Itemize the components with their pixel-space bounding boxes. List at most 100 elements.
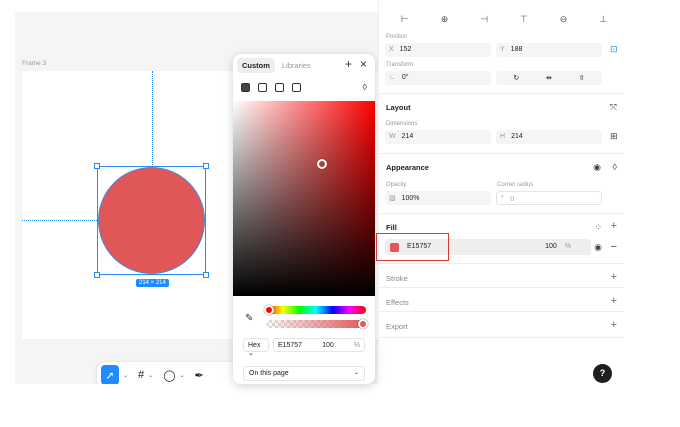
w-key: W	[389, 133, 396, 140]
selection-box[interactable]	[94, 163, 209, 278]
corner-radius-value[interactable]: 0	[510, 196, 514, 203]
auto-layout-icon[interactable]: ⤧	[610, 102, 617, 113]
chevron-down-icon[interactable]: ⌄	[148, 372, 153, 379]
opacity-unit: %	[353, 342, 360, 349]
ellipse-shape[interactable]	[98, 167, 205, 274]
rotation-field[interactable]: ∟ 0°	[385, 71, 491, 85]
constraints-icon[interactable]: ⊡	[610, 44, 618, 55]
export-title[interactable]: Export	[386, 322, 408, 331]
tab-custom[interactable]: Custom	[237, 58, 275, 73]
ellipse-icon: ◯	[163, 369, 176, 382]
transform-buttons: ↻ ⇹ ⇳	[496, 71, 602, 85]
position-label: Position	[386, 34, 408, 40]
color-value-row: Hex ⌄ E15757 100 %	[243, 338, 365, 357]
eyedropper-icon[interactable]: ✎	[245, 313, 253, 324]
height-field[interactable]: H 214	[496, 130, 602, 144]
rotation-value[interactable]: 0°	[402, 74, 409, 81]
hue-knob[interactable]	[264, 305, 274, 315]
hue-slider[interactable]	[264, 305, 366, 315]
align-top-icon[interactable]: ⊤	[504, 14, 544, 28]
tab-libraries[interactable]: Libraries	[277, 58, 316, 73]
align-center-horizontal-icon[interactable]: ⊕	[425, 14, 465, 28]
align-right-icon[interactable]: ⊣	[464, 14, 504, 28]
y-field[interactable]: Y 188	[496, 43, 602, 57]
resize-handle-bottom-left[interactable]	[94, 272, 100, 278]
styles-grid-icon[interactable]: ⁘	[594, 222, 602, 233]
horizontal-guide	[22, 220, 99, 221]
color-format-select[interactable]: Hex ⌄	[243, 338, 269, 357]
sv-knob[interactable]	[317, 159, 327, 169]
alpha-slider[interactable]	[266, 319, 368, 329]
chevron-down-icon: ⌄	[248, 350, 254, 357]
remove-fill-icon[interactable]: −	[611, 241, 617, 253]
fill-highlight-box	[376, 233, 449, 261]
hex-input[interactable]: E15757 100 %	[272, 338, 365, 352]
divider	[379, 263, 624, 264]
plus-icon[interactable]: +	[345, 57, 352, 71]
pen-icon: ✒	[194, 369, 204, 382]
effects-title[interactable]: Effects	[386, 298, 409, 307]
paint-type-icons	[241, 83, 301, 92]
image-paint-icon[interactable]	[275, 83, 284, 92]
add-effect-icon[interactable]: +	[611, 295, 617, 307]
appearance-title: Appearance	[386, 163, 429, 172]
blend-mode-icon[interactable]: ◊	[613, 162, 617, 172]
gradient-paint-icon[interactable]	[258, 83, 267, 92]
rotate-icon[interactable]: ↻	[513, 74, 519, 82]
hex-value[interactable]: E15757	[278, 342, 302, 349]
h-key: H	[500, 133, 506, 140]
add-export-icon[interactable]: +	[611, 319, 617, 331]
close-icon[interactable]: ×	[360, 57, 367, 71]
corner-radius-field[interactable]: ⌜ 0	[496, 191, 602, 205]
fill-opacity-value[interactable]: 100	[545, 243, 557, 250]
move-tool-button[interactable]: ➚	[101, 365, 119, 384]
blend-drop-icon[interactable]: ◊	[363, 82, 367, 92]
width-value[interactable]: 214	[402, 133, 414, 140]
chevron-down-icon: ⌄	[353, 370, 359, 376]
help-button[interactable]: ?	[593, 364, 612, 383]
align-center-vertical-icon[interactable]: ⊖	[544, 14, 584, 28]
y-value[interactable]: 188	[511, 46, 523, 53]
x-value[interactable]: 152	[400, 46, 412, 53]
opacity-label: Opacity	[386, 182, 407, 188]
corner-radius-label: Corner radius	[497, 182, 534, 188]
visibility-eye-icon[interactable]: ◉	[593, 162, 601, 173]
alpha-knob[interactable]	[358, 319, 368, 329]
fill-opacity-unit: %	[564, 243, 571, 250]
frame-label[interactable]: Frame 3	[22, 60, 46, 67]
swatch-source-select[interactable]: On this page ⌄	[243, 366, 365, 381]
visibility-eye-icon[interactable]: ◉	[594, 242, 602, 253]
divider	[379, 287, 624, 288]
flip-horizontal-icon[interactable]: ⇹	[546, 74, 552, 82]
solid-paint-icon[interactable]	[241, 83, 250, 92]
resize-handle-top-left[interactable]	[94, 163, 100, 169]
add-stroke-icon[interactable]: +	[611, 271, 617, 283]
alignment-row: ⊢ ⊕ ⊣ ⊤ ⊖ ⊥	[385, 14, 623, 28]
height-value[interactable]: 214	[511, 133, 523, 140]
x-key: X	[389, 46, 394, 53]
saturation-value-area[interactable]	[233, 101, 375, 296]
frame-tool-button[interactable]: #	[138, 365, 144, 384]
opacity-value[interactable]: 100	[322, 342, 334, 349]
stroke-title[interactable]: Stroke	[386, 274, 408, 283]
resize-to-fit-icon[interactable]: ⊞	[610, 131, 618, 142]
video-paint-icon[interactable]	[292, 83, 301, 92]
color-picker-popup: Custom Libraries + × ◊ ✎ Hex ⌄ E15757 10…	[233, 54, 375, 384]
add-fill-icon[interactable]: +	[611, 220, 617, 232]
align-left-icon[interactable]: ⊢	[385, 14, 425, 28]
properties-panel: ⊢ ⊕ ⊣ ⊤ ⊖ ⊥ Position X 152 Y 188 ⊡ Transfo…	[378, 0, 624, 345]
divider	[379, 337, 624, 338]
chevron-down-icon[interactable]: ⌄	[123, 372, 128, 379]
width-field[interactable]: W 214	[385, 130, 491, 144]
flip-vertical-icon[interactable]: ⇳	[579, 74, 585, 82]
divider	[379, 213, 624, 214]
x-field[interactable]: X 152	[385, 43, 491, 57]
opacity-value[interactable]: 100%	[402, 195, 420, 202]
resize-handle-bottom-right[interactable]	[203, 272, 209, 278]
resize-handle-top-right[interactable]	[203, 163, 209, 169]
pen-tool-button[interactable]: ✒	[195, 365, 204, 384]
opacity-field[interactable]: ▨ 100%	[385, 191, 491, 205]
ellipse-tool-button[interactable]: ◯	[163, 365, 175, 384]
chevron-down-icon[interactable]: ⌄	[180, 372, 185, 379]
align-bottom-icon[interactable]: ⊥	[583, 14, 623, 28]
